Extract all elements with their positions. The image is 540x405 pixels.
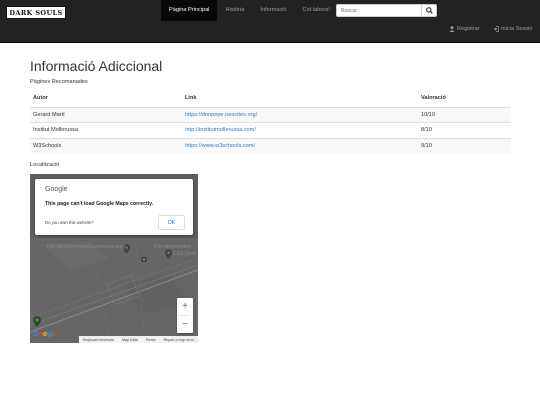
table-header-row: Autor Link Valoració (30, 90, 511, 108)
user-icon (449, 26, 455, 32)
link-cell: https://donpepe.neocites.org/ (182, 106, 418, 123)
map-error-message: This page can't load Google Maps correct… (45, 201, 154, 207)
navbar: DARK SOULS Pàgina Principal Història Inf… (0, 0, 540, 43)
page-link[interactable]: http://institutmollerussa.com/ (185, 127, 256, 133)
table-row: Institut Mollerussa http://institutmolle… (30, 122, 511, 138)
page-title: Informació Adiccional (30, 58, 163, 74)
column-header-link: Link (182, 90, 418, 108)
search-input[interactable] (336, 4, 422, 17)
nav-item-collaborate[interactable]: Col·labora! (295, 0, 338, 21)
terms-link[interactable]: Terms (146, 338, 156, 342)
recommended-pages-table: Autor Link Valoració Gerard Martí https:… (30, 90, 511, 154)
main-nav: Pàgina Principal Història Informació Col… (161, 0, 338, 21)
ok-button[interactable]: OK (158, 215, 185, 230)
page-link[interactable]: https://www.w3schools.com/ (185, 143, 255, 149)
map-embed[interactable]: For development purposes only For develo… (30, 174, 198, 343)
link-cell: http://institutmollerussa.com/ (182, 122, 418, 138)
map-pin-icon (33, 316, 41, 327)
own-website-link[interactable]: Do you own this website? (45, 220, 94, 225)
column-header-author: Autor (30, 90, 182, 108)
section-subtitle: Pàgines Recomanades (30, 79, 88, 85)
place-label: CEE Siroll (173, 251, 196, 257)
rating-cell: 10/10 (418, 106, 511, 123)
author-cell: W3Schools (30, 137, 182, 154)
table-row: W3Schools https://www.w3schools.com/ 9/1… (30, 137, 511, 154)
login-icon (493, 26, 499, 32)
register-link[interactable]: Registrar (449, 26, 480, 32)
nav-item-history[interactable]: Història (217, 0, 252, 21)
zoom-control: + − (177, 298, 193, 333)
nav-item-info[interactable]: Informació (252, 0, 294, 21)
search-button[interactable] (421, 4, 437, 17)
zoom-out-button[interactable]: − (177, 316, 193, 333)
map-data-link[interactable]: Map Data (122, 338, 138, 342)
page-link[interactable]: https://donpepe.neocites.org/ (185, 112, 257, 118)
author-cell: Gerard Martí (30, 106, 182, 123)
map-error-dialog: Google This page can't load Google Maps … (35, 179, 193, 235)
brand-text: DARK SOULS (9, 8, 63, 17)
author-cell: Institut Mollerussa (30, 122, 182, 138)
google-watermark-logo: Google (33, 331, 58, 338)
map-pin-icon (141, 257, 147, 262)
keyboard-shortcuts-link[interactable]: Keyboard shortcuts (83, 338, 114, 342)
rating-cell: 8/10 (418, 122, 511, 138)
map-footer: Keyboard shortcuts Map Data Terms Report… (79, 336, 198, 343)
login-link[interactable]: Inicia Sessió (493, 26, 532, 32)
column-header-rating: Valoració (418, 90, 511, 108)
brand-logo[interactable]: DARK SOULS (6, 6, 66, 19)
google-logo: Google (45, 186, 68, 193)
map-pin-icon (165, 249, 172, 259)
link-cell: https://www.w3schools.com/ (182, 137, 418, 154)
search-icon (425, 7, 433, 14)
location-label: Localització (30, 162, 60, 168)
dev-watermark: For developme (154, 244, 192, 250)
rating-cell: 9/10 (418, 137, 511, 154)
nav-item-home[interactable]: Pàgina Principal (161, 0, 218, 21)
report-error-link[interactable]: Report a map error (164, 338, 194, 342)
table-row: Gerard Martí https://donpepe.neocites.or… (30, 106, 511, 123)
dev-watermark: For development purposes only (47, 244, 126, 250)
register-label: Registrar (457, 26, 480, 32)
zoom-in-button[interactable]: + (177, 298, 193, 315)
login-label: Inicia Sessió (501, 26, 533, 32)
